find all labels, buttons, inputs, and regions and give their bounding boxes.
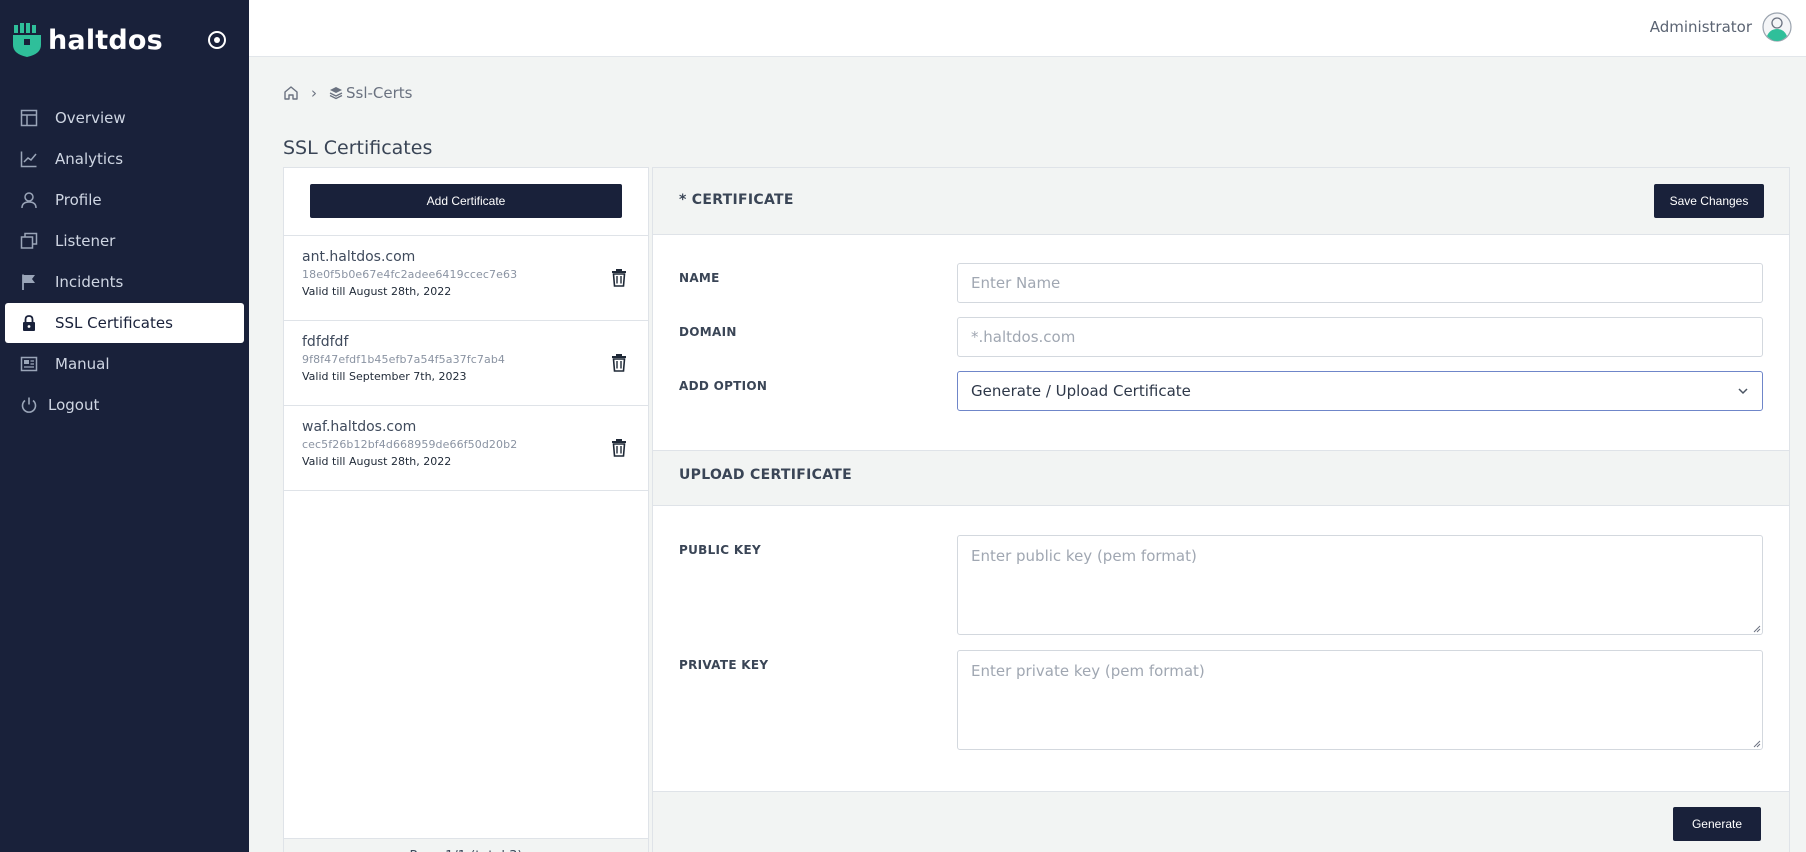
chart-line-icon (19, 149, 39, 169)
certificate-list: ant.haltdos.com 18e0f5b0e67e4fc2adee6419… (284, 235, 648, 491)
layout-icon (19, 108, 39, 128)
certificate-section-header: * CERTIFICATE Save Changes (653, 168, 1789, 235)
private-key-placeholder: Enter private key (pem format) (971, 662, 1205, 680)
certificate-validity: Valid till August 28th, 2022 (302, 285, 452, 298)
public-key-label: PUBLIC KEY (679, 543, 761, 557)
private-key-textarea[interactable]: Enter private key (pem format) (957, 650, 1763, 750)
resize-handle-icon[interactable] (1752, 624, 1761, 633)
certificate-hash: 18e0f5b0e67e4fc2adee6419ccec7e63 (302, 268, 518, 281)
upload-section-header: UPLOAD CERTIFICATE (653, 450, 1789, 506)
sidebar-item-profile[interactable]: Profile (5, 180, 244, 220)
sidebar-item-label: Listener (55, 232, 116, 250)
certificate-name: ant.haltdos.com (302, 249, 416, 265)
sidebar-toggle-icon[interactable] (206, 29, 228, 51)
sidebar-item-label: Profile (55, 191, 102, 209)
domain-label: DOMAIN (679, 325, 737, 339)
sidebar-item-label: Analytics (55, 150, 124, 168)
user-name: Administrator (1649, 18, 1752, 36)
private-key-label: PRIVATE KEY (679, 658, 769, 672)
certificate-name: fdfdfdf (302, 334, 349, 350)
upload-section-title: UPLOAD CERTIFICATE (679, 467, 852, 483)
list-item[interactable]: ant.haltdos.com 18e0f5b0e67e4fc2adee6419… (284, 236, 648, 321)
domain-input[interactable]: *.haltdos.com (957, 317, 1763, 357)
certificate-list-panel: Add Certificate ant.haltdos.com 18e0f5b0… (283, 167, 649, 852)
breadcrumb-current-label: Ssl-Certs (346, 84, 413, 102)
name-label: NAME (679, 271, 720, 285)
form-footer: Generate (653, 791, 1789, 852)
resize-handle-icon[interactable] (1752, 739, 1761, 748)
sidebar-item-incidents[interactable]: Incidents (5, 262, 244, 302)
user-icon (19, 190, 39, 210)
name-input[interactable]: Enter Name (957, 263, 1763, 303)
haltdos-logo-icon (13, 23, 41, 57)
public-key-placeholder: Enter public key (pem format) (971, 547, 1197, 565)
add-option-value: Generate / Upload Certificate (971, 382, 1191, 400)
certificate-hash: cec5f26b12bf4d668959de66f50d20b2 (302, 438, 518, 451)
list-item[interactable]: waf.haltdos.com cec5f26b12bf4d668959de66… (284, 406, 648, 491)
add-option-select[interactable]: Generate / Upload Certificate (957, 371, 1763, 411)
trash-icon[interactable] (610, 352, 628, 372)
certificate-form-panel: * CERTIFICATE Save Changes NAME Enter Na… (652, 167, 1790, 852)
user-menu[interactable]: Administrator (1650, 12, 1792, 42)
sidebar-item-analytics[interactable]: Analytics (5, 139, 244, 179)
save-changes-button[interactable]: Save Changes (1654, 184, 1764, 218)
sidebar-item-ssl-certificates[interactable]: SSL Certificates (5, 303, 244, 343)
pagination-info: Page 1/1 (total 3) (284, 838, 648, 852)
add-option-label: ADD OPTION (679, 379, 768, 393)
page-title: SSL Certificates (283, 137, 433, 159)
avatar-icon[interactable] (1762, 12, 1792, 42)
sidebar-item-label: Overview (55, 109, 126, 127)
brand[interactable]: haltdos (12, 22, 163, 58)
certificate-validity: Valid till August 28th, 2022 (302, 455, 452, 468)
generate-button[interactable]: Generate (1673, 807, 1761, 841)
sidebar: haltdos Overview Analytics Profile Liste… (0, 0, 249, 852)
newspaper-icon (19, 354, 39, 374)
sidebar-item-label: SSL Certificates (55, 314, 173, 332)
trash-icon[interactable] (610, 437, 628, 457)
layers-icon (329, 87, 343, 100)
list-item[interactable]: fdfdfdf 9f8f47efdf1b45efb7a54f5a37fc7ab4… (284, 321, 648, 406)
breadcrumb: › Ssl-Certs (283, 84, 412, 102)
lock-icon (19, 313, 39, 333)
certificate-section-title: * CERTIFICATE (679, 192, 794, 208)
certificate-name: waf.haltdos.com (302, 419, 417, 435)
sidebar-nav: Overview Analytics Profile Listener Inci… (5, 98, 244, 426)
sidebar-item-overview[interactable]: Overview (5, 98, 244, 138)
sidebar-item-logout[interactable]: Logout (5, 385, 244, 425)
power-icon (19, 395, 39, 415)
chevron-down-icon (1738, 388, 1748, 395)
sidebar-item-listener[interactable]: Listener (5, 221, 244, 261)
add-certificate-button[interactable]: Add Certificate (310, 184, 622, 218)
public-key-textarea[interactable]: Enter public key (pem format) (957, 535, 1763, 635)
windows-icon (19, 231, 39, 251)
top-header: Administrator (249, 0, 1806, 57)
breadcrumb-separator: › (311, 84, 317, 102)
certificate-validity: Valid till September 7th, 2023 (302, 370, 467, 383)
trash-icon[interactable] (610, 267, 628, 287)
brand-name: haltdos (48, 24, 163, 56)
breadcrumb-current[interactable]: Ssl-Certs (329, 84, 412, 102)
sidebar-item-manual[interactable]: Manual (5, 344, 244, 384)
sidebar-item-label: Incidents (55, 273, 124, 291)
home-icon[interactable] (283, 85, 299, 101)
certificate-hash: 9f8f47efdf1b45efb7a54f5a37fc7ab4 (302, 353, 506, 366)
flag-icon (19, 272, 39, 292)
sidebar-item-label: Logout (48, 396, 100, 414)
sidebar-item-label: Manual (55, 355, 110, 373)
